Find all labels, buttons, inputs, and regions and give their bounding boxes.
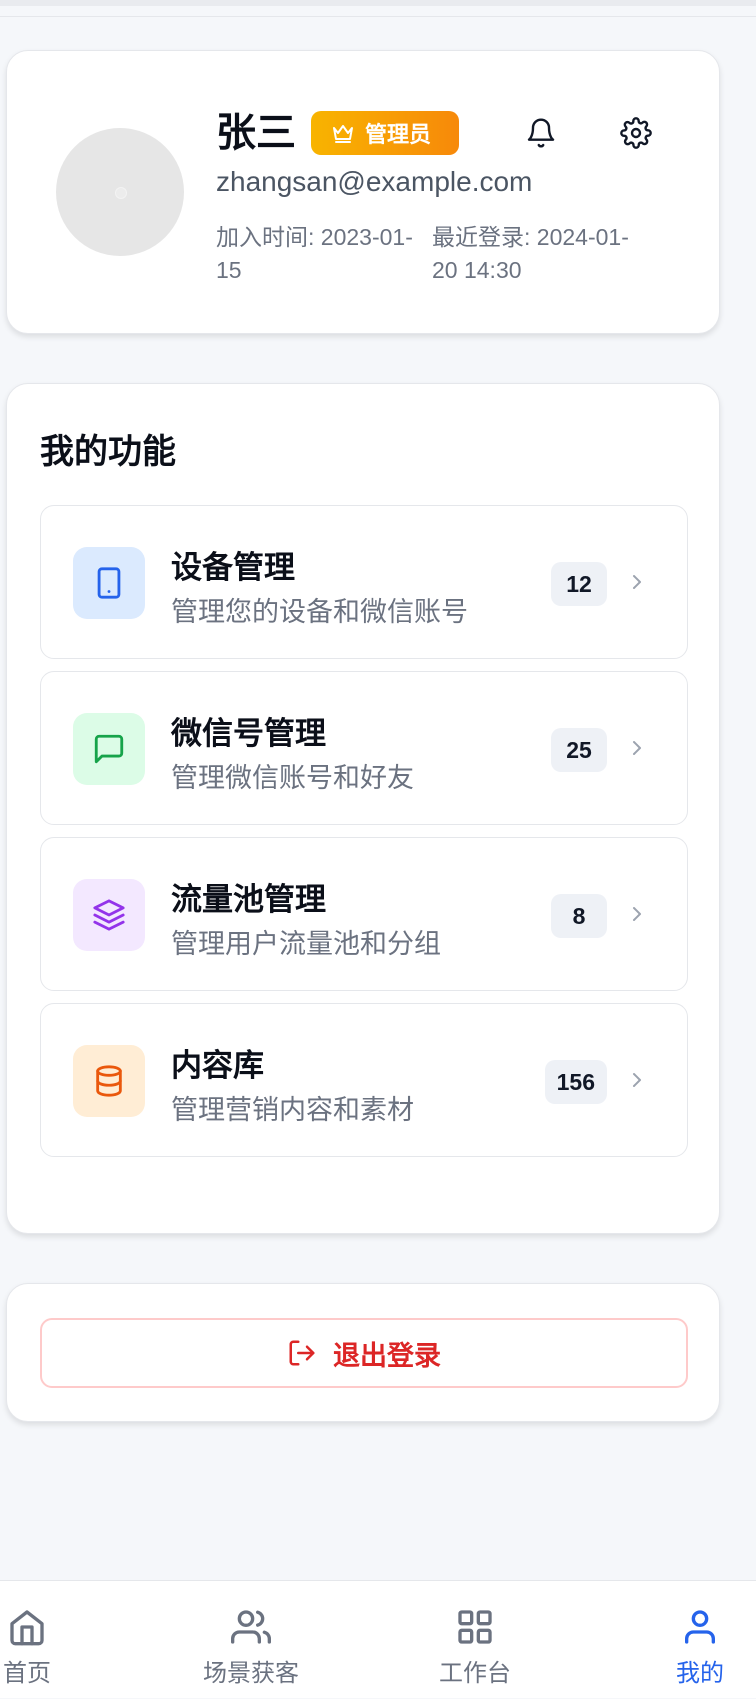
- feature-description: 管理微信账号和好友: [171, 763, 414, 793]
- admin-badge-label: 管理员: [365, 122, 432, 147]
- grid-icon: [458, 1610, 492, 1644]
- database-icon: [96, 1065, 122, 1097]
- gear-icon: [620, 117, 652, 149]
- count-badge: 25: [551, 728, 607, 772]
- feature-icon-box: [73, 713, 145, 785]
- count-badge: 12: [551, 562, 607, 606]
- bell-icon: [527, 118, 555, 148]
- user-icon: [685, 1610, 715, 1644]
- feature-item-traffic-pool[interactable]: 流量池管理 管理用户流量池和分组 8: [40, 837, 688, 991]
- logout-card: 退出登录: [6, 1283, 720, 1422]
- tablet-icon: [97, 567, 121, 599]
- feature-title: 内容库: [171, 1048, 264, 1083]
- log-out-icon: [289, 1340, 315, 1366]
- top-divider: [0, 16, 756, 17]
- tab-scene-acquisition[interactable]: 场景获客: [201, 1581, 301, 1699]
- admin-badge: 管理员: [311, 111, 459, 155]
- logout-button[interactable]: 退出登录: [40, 1318, 688, 1388]
- crown-icon: [333, 125, 353, 143]
- user-name: 张三: [216, 111, 296, 155]
- home-icon: [10, 1610, 44, 1646]
- feature-description: 管理用户流量池和分组: [171, 929, 441, 959]
- last-login-time: 最近登录: 2024-01-20 14:30: [432, 224, 629, 283]
- layers-icon: [93, 899, 125, 931]
- feature-item-wechat[interactable]: 微信号管理 管理微信账号和好友 25: [40, 671, 688, 825]
- feature-icon-box: [73, 547, 145, 619]
- section-title: 我的功能: [40, 433, 176, 471]
- tab-home[interactable]: 首页: [0, 1581, 54, 1699]
- tab-workbench[interactable]: 工作台: [433, 1581, 517, 1699]
- feature-description: 管理营销内容和素材: [171, 1095, 414, 1125]
- user-email: zhangsan@example.com: [216, 166, 533, 197]
- count-badge: 8: [551, 894, 607, 938]
- tab-mine[interactable]: 我的: [672, 1581, 728, 1699]
- chevron-right-icon: [633, 575, 641, 589]
- logout-label: 退出登录: [333, 1340, 441, 1371]
- tab-label: 工作台: [439, 1660, 511, 1687]
- bottom-nav: 首页 场景获客 工作台 我的: [0, 1580, 756, 1698]
- feature-title: 设备管理: [171, 550, 295, 585]
- feature-title: 微信号管理: [171, 716, 326, 751]
- chevron-right-icon: [633, 907, 641, 921]
- tab-label: 场景获客: [203, 1660, 299, 1687]
- profile-card: 张三 管理员 zhangsan@example.com 加入时间: 2023-0…: [6, 50, 720, 334]
- avatar-placeholder-icon: [115, 187, 127, 199]
- chevron-right-icon: [633, 741, 641, 755]
- feature-icon-box: [73, 879, 145, 951]
- users-icon: [231, 1610, 271, 1644]
- avatar[interactable]: [56, 128, 184, 256]
- features-card: 我的功能 设备管理 管理您的设备和微信账号 12 微信号管理 管理微信账号和好友…: [6, 383, 720, 1234]
- feature-item-devices[interactable]: 设备管理 管理您的设备和微信账号 12: [40, 505, 688, 659]
- tab-label: 首页: [3, 1660, 51, 1687]
- settings-button[interactable]: [616, 113, 656, 153]
- feature-icon-box: [73, 1045, 145, 1117]
- feature-title: 流量池管理: [171, 882, 326, 917]
- feature-item-content-library[interactable]: 内容库 管理营销内容和素材 156: [40, 1003, 688, 1157]
- chevron-right-icon: [633, 1073, 641, 1087]
- top-status-strip: [0, 0, 756, 6]
- feature-description: 管理您的设备和微信账号: [171, 597, 468, 627]
- notifications-button[interactable]: [521, 113, 561, 153]
- join-time: 加入时间: 2023-01-15: [216, 224, 413, 283]
- count-badge: 156: [544, 1060, 607, 1104]
- tab-label: 我的: [676, 1660, 724, 1687]
- message-square-icon: [94, 734, 124, 764]
